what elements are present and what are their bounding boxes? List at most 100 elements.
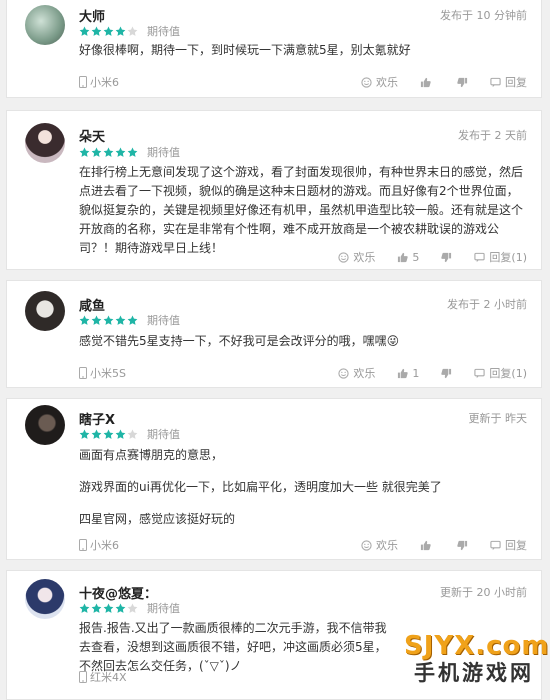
device-label: 红米4X	[79, 669, 127, 685]
rating-stars: 期待值	[79, 23, 180, 39]
star-icon	[115, 315, 126, 326]
thumbs-up-icon	[397, 368, 409, 379]
star-icon	[79, 26, 90, 37]
review-paragraph: 感觉不错先5星支持一下，不好我可是会改评分的哦，嘿嘿😜	[79, 334, 400, 348]
review-card: 咸鱼 期待值 发布于 2 小时前 感觉不错先5星支持一下，不好我可是会改评分的哦…	[6, 280, 542, 388]
fun-button[interactable]: 欢乐	[361, 74, 398, 90]
reply-button[interactable]: 回复(1)	[474, 249, 527, 265]
thumbs-up-icon	[420, 77, 431, 88]
reply-icon	[474, 368, 486, 379]
like-button[interactable]: 5	[397, 251, 419, 264]
star-icon	[115, 429, 126, 440]
review-card: 瞎子X 期待值 更新于 昨天 画面有点赛博朋克的意思， 游戏界面的ui再优化一下…	[6, 398, 542, 560]
avatar[interactable]	[25, 579, 65, 619]
dislike-button[interactable]	[441, 368, 452, 379]
smile-icon	[361, 76, 372, 88]
review-text: 好像很棒啊，期待一下，到时候玩一下满意就5星，别太氪就好	[79, 41, 527, 70]
device-label: 小米6	[79, 537, 119, 553]
avatar[interactable]	[25, 5, 65, 45]
like-button[interactable]	[420, 540, 435, 551]
avatar[interactable]	[25, 123, 65, 163]
star-icon	[79, 603, 90, 614]
rating-stars: 期待值	[79, 600, 180, 616]
thumbs-down-icon	[457, 540, 468, 551]
fun-button[interactable]: 欢乐	[338, 365, 375, 381]
star-icon	[115, 147, 126, 158]
review-text: 感觉不错先5星支持一下，不好我可是会改评分的哦，嘿嘿😜	[79, 332, 527, 361]
phone-icon	[79, 367, 87, 379]
thumbs-down-icon	[441, 368, 452, 379]
smile-icon	[338, 367, 350, 379]
fun-button[interactable]: 欢乐	[338, 249, 375, 265]
site-watermark: SJYX.com 手机游戏网	[404, 631, 550, 690]
avatar[interactable]	[25, 405, 65, 445]
device-name: 小米6	[90, 76, 119, 89]
post-time: 发布于 2 小时前	[447, 298, 527, 311]
review-paragraph: 游戏界面的ui再优化一下，比如扁平化，透明度加大一些 就很完美了	[79, 480, 442, 494]
review-paragraph: 报告.报告.又出了一款画质很棒的二次元手游，我不信带我去查看，没想到这画质很不错…	[79, 621, 387, 673]
watermark-name: 手机游戏网	[414, 661, 534, 685]
review-paragraph: 在排行榜上无意间发现了这个游戏，看了封面发现很帅，有种世界末日的感觉，然后点进去…	[79, 165, 524, 255]
expect-label: 期待值	[147, 146, 180, 159]
expect-label: 期待值	[147, 428, 180, 441]
review-paragraph: 画面有点赛博朋克的意思，	[79, 448, 224, 462]
like-button[interactable]	[420, 77, 435, 88]
star-icon	[79, 147, 90, 158]
username[interactable]: 朵天	[79, 126, 105, 145]
review-actions: 欢乐 1 回复(1)	[338, 365, 527, 381]
thumbs-up-icon	[420, 540, 431, 551]
star-icon	[115, 603, 126, 614]
dislike-button[interactable]	[441, 252, 452, 263]
star-icon	[91, 147, 102, 158]
post-time: 发布于 10 分钟前	[440, 9, 527, 22]
watermark-domain: SJYX.com	[404, 631, 550, 661]
post-time: 更新于 昨天	[468, 412, 528, 425]
device-name: 小米6	[90, 539, 119, 552]
avatar[interactable]	[25, 291, 65, 331]
star-icon	[103, 26, 114, 37]
expect-label: 期待值	[147, 602, 180, 615]
device-name: 小米5S	[90, 367, 126, 380]
reply-button[interactable]: 回复(1)	[474, 365, 527, 381]
star-icon	[91, 603, 102, 614]
star-icon	[103, 147, 114, 158]
star-icon	[127, 603, 138, 614]
reply-icon	[490, 540, 501, 551]
star-icon	[91, 429, 102, 440]
star-icon	[127, 26, 138, 37]
reply-button[interactable]: 回复	[490, 74, 527, 90]
thumbs-down-icon	[441, 252, 452, 263]
review-paragraph: 四星官网，感觉应该挺好玩的	[79, 512, 236, 526]
fun-button[interactable]: 欢乐	[361, 537, 398, 553]
expect-label: 期待值	[147, 25, 180, 38]
smile-icon	[338, 251, 350, 263]
review-card: 大师 期待值 发布于 10 分钟前 好像很棒啊，期待一下，到时候玩一下满意就5星…	[6, 0, 542, 98]
star-icon	[79, 315, 90, 326]
star-icon	[91, 315, 102, 326]
device-label: 小米5S	[79, 365, 126, 381]
star-icon	[127, 429, 138, 440]
review-actions: 欢乐 回复	[361, 537, 527, 553]
star-icon	[79, 429, 90, 440]
star-icon	[103, 315, 114, 326]
star-icon	[103, 429, 114, 440]
star-icon	[127, 315, 138, 326]
dislike-button[interactable]	[457, 540, 468, 551]
device-name: 红米4X	[90, 671, 127, 684]
reply-icon	[490, 77, 501, 88]
phone-icon	[79, 76, 87, 88]
review-paragraph: 好像很棒啊，期待一下，到时候玩一下满意就5星，别太氪就好	[79, 43, 411, 57]
smile-icon	[361, 539, 372, 551]
review-card: 朵天 期待值 发布于 2 天前 在排行榜上无意间发现了这个游戏，看了封面发现很帅…	[6, 110, 542, 270]
star-icon	[91, 26, 102, 37]
like-button[interactable]: 1	[397, 367, 419, 380]
expect-label: 期待值	[147, 314, 180, 327]
post-time: 更新于 20 小时前	[440, 586, 527, 599]
thumbs-down-icon	[457, 77, 468, 88]
star-icon	[127, 147, 138, 158]
review-actions: 欢乐 5 回复(1)	[338, 249, 527, 265]
reply-button[interactable]: 回复	[490, 537, 527, 553]
rating-stars: 期待值	[79, 312, 180, 328]
device-label: 小米6	[79, 74, 119, 90]
dislike-button[interactable]	[457, 77, 468, 88]
